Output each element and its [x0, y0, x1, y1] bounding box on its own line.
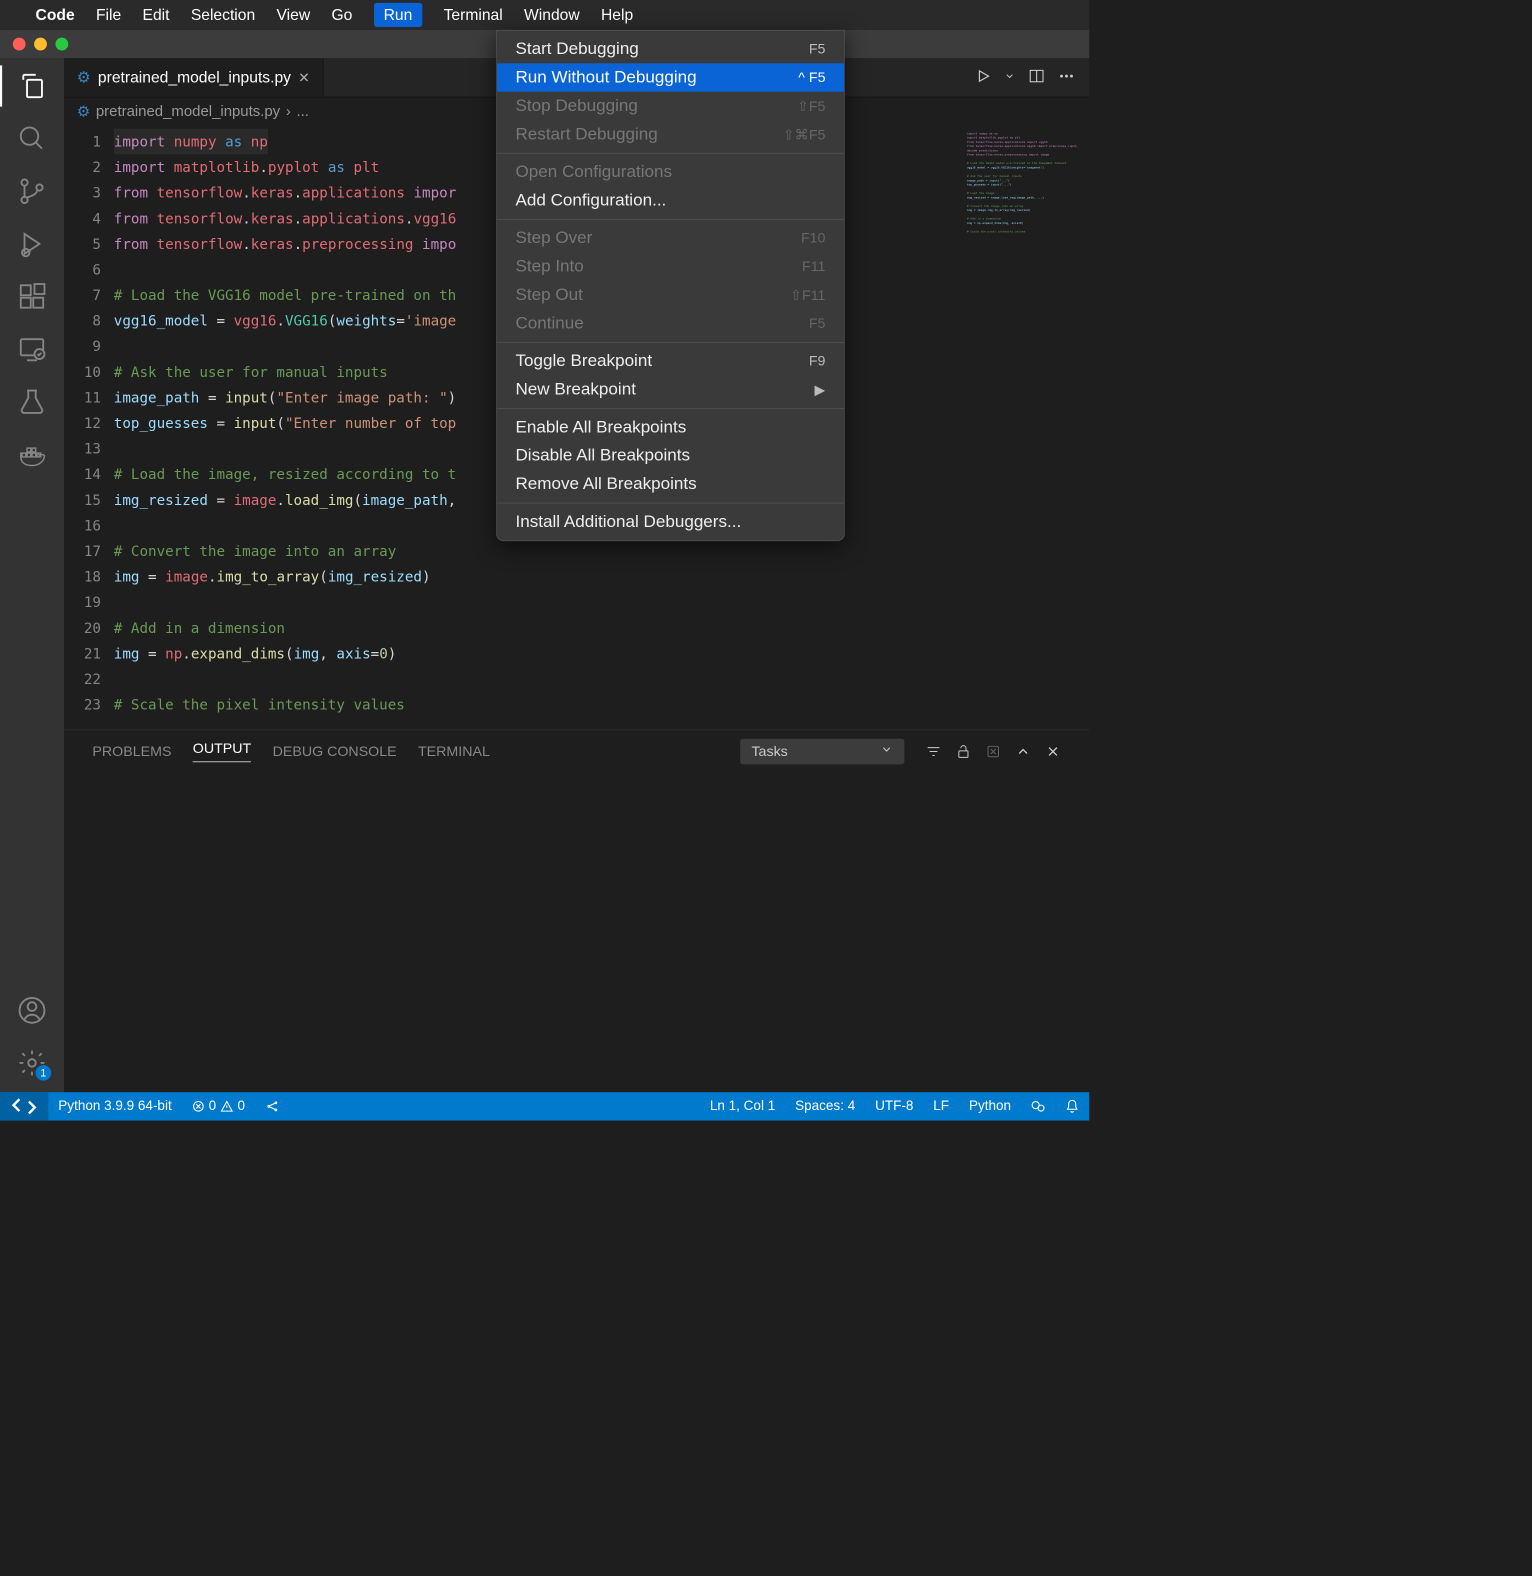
menu-item-toggle-breakpoint[interactable]: Toggle BreakpointF9: [497, 347, 844, 375]
status-bar: Python 3.9.9 64-bit 0 0 Ln 1, Col 1 Spac…: [0, 1092, 1089, 1120]
menu-file[interactable]: File: [96, 6, 121, 24]
breadcrumb-rest: ...: [296, 103, 308, 120]
panel-tabs: PROBLEMS OUTPUT DEBUG CONSOLE TERMINAL T…: [64, 730, 1089, 773]
panel-tab-terminal[interactable]: TERMINAL: [418, 743, 490, 759]
menu-edit[interactable]: Edit: [143, 6, 170, 24]
filter-icon[interactable]: [926, 742, 942, 762]
remote-explorer-icon[interactable]: [17, 334, 47, 364]
tab-close-icon[interactable]: ✕: [298, 69, 310, 87]
split-editor-icon[interactable]: [1028, 67, 1045, 88]
menu-go[interactable]: Go: [331, 6, 352, 24]
activity-bar: 1: [0, 58, 64, 1092]
menu-item-open-configurations: Open Configurations: [497, 158, 844, 186]
app-name[interactable]: Code: [36, 6, 75, 24]
menu-item-step-over: Step OverF10: [497, 224, 844, 252]
close-window-button[interactable]: [13, 38, 26, 51]
menu-terminal[interactable]: Terminal: [444, 6, 503, 24]
minimize-window-button[interactable]: [34, 38, 47, 51]
status-language-mode[interactable]: Python: [959, 1098, 1021, 1114]
menu-item-restart-debugging: Restart Debugging⇧⌘F5: [497, 120, 844, 148]
remote-indicator[interactable]: [0, 1092, 48, 1120]
run-dropdown-icon[interactable]: [1004, 70, 1015, 85]
menu-item-install-additional-debuggers-[interactable]: Install Additional Debuggers...: [497, 508, 844, 536]
maximize-window-button[interactable]: [55, 38, 68, 51]
status-encoding[interactable]: UTF-8: [865, 1098, 923, 1114]
chevron-up-icon[interactable]: [1015, 742, 1031, 762]
menu-run[interactable]: Run: [374, 3, 423, 27]
close-panel-icon[interactable]: [1045, 742, 1061, 762]
chevron-down-icon: [880, 743, 893, 760]
output-channel-label: Tasks: [751, 743, 787, 759]
source-control-icon[interactable]: [17, 176, 47, 206]
minimap[interactable]: import numpy as np import matplotlib.pyp…: [961, 126, 1089, 730]
panel-tab-debug-console[interactable]: DEBUG CONSOLE: [273, 743, 397, 759]
more-actions-icon[interactable]: [1058, 67, 1075, 88]
menu-item-add-configuration-[interactable]: Add Configuration...: [497, 186, 844, 214]
explorer-icon[interactable]: [17, 71, 47, 101]
settings-badge: 1: [36, 1065, 52, 1081]
menu-item-run-without-debugging[interactable]: Run Without Debugging^ F5: [497, 63, 844, 91]
extensions-icon[interactable]: [17, 282, 47, 312]
lock-icon[interactable]: [956, 742, 972, 762]
menu-view[interactable]: View: [277, 6, 311, 24]
panel-tab-problems[interactable]: PROBLEMS: [92, 743, 171, 759]
search-icon[interactable]: [17, 124, 47, 154]
menu-item-step-out: Step Out⇧F11: [497, 281, 844, 309]
errors-count: 0: [209, 1098, 217, 1114]
status-feedback-icon[interactable]: [1021, 1099, 1055, 1113]
tab-label: pretrained_model_inputs.py: [98, 68, 291, 86]
line-gutter: 1234567891011121314151617181920212223: [64, 126, 114, 730]
python-file-icon: ⚙: [77, 103, 90, 121]
status-cursor-position[interactable]: Ln 1, Col 1: [700, 1098, 785, 1114]
run-menu-dropdown: Start DebuggingF5Run Without Debugging^ …: [496, 30, 844, 541]
tab-pretrained-model-inputs[interactable]: ⚙ pretrained_model_inputs.py ✕: [64, 58, 324, 96]
mac-menubar: Code File Edit Selection View Go Run Ter…: [0, 0, 1089, 30]
menu-selection[interactable]: Selection: [191, 6, 255, 24]
run-file-icon[interactable]: [975, 68, 991, 87]
status-notifications-icon[interactable]: [1055, 1099, 1089, 1113]
menu-item-start-debugging[interactable]: Start DebuggingF5: [497, 35, 844, 63]
warnings-count: 0: [238, 1098, 246, 1114]
status-live-share[interactable]: [255, 1099, 289, 1113]
status-indentation[interactable]: Spaces: 4: [785, 1098, 865, 1114]
panel-tab-output[interactable]: OUTPUT: [193, 741, 251, 762]
python-file-icon: ⚙: [77, 68, 91, 86]
chevron-right-icon: ›: [286, 103, 291, 120]
clear-output-icon[interactable]: [985, 742, 1001, 762]
menu-window[interactable]: Window: [524, 6, 580, 24]
traffic-lights: [0, 38, 68, 51]
menu-help[interactable]: Help: [601, 6, 633, 24]
output-channel-select[interactable]: Tasks: [740, 739, 904, 765]
testing-icon[interactable]: [17, 387, 47, 417]
tab-actions: [975, 58, 1089, 96]
menu-item-enable-all-breakpoints[interactable]: Enable All Breakpoints: [497, 413, 844, 441]
menu-item-step-into: Step IntoF11: [497, 252, 844, 280]
menu-item-remove-all-breakpoints[interactable]: Remove All Breakpoints: [497, 470, 844, 498]
docker-icon[interactable]: [17, 439, 47, 469]
bottom-panel: PROBLEMS OUTPUT DEBUG CONSOLE TERMINAL T…: [64, 729, 1089, 1092]
breadcrumb-file: pretrained_model_inputs.py: [96, 103, 280, 120]
menu-item-new-breakpoint[interactable]: New Breakpoint▶: [497, 375, 844, 403]
status-python-version[interactable]: Python 3.9.9 64-bit: [48, 1098, 181, 1114]
status-problems[interactable]: 0 0: [182, 1098, 255, 1114]
menu-item-stop-debugging: Stop Debugging⇧F5: [497, 92, 844, 120]
run-debug-icon[interactable]: [17, 229, 47, 259]
status-eol[interactable]: LF: [923, 1098, 959, 1114]
accounts-icon[interactable]: [17, 995, 47, 1025]
menu-item-disable-all-breakpoints[interactable]: Disable All Breakpoints: [497, 442, 844, 470]
settings-icon[interactable]: 1: [17, 1048, 47, 1078]
menu-item-continue: ContinueF5: [497, 309, 844, 337]
